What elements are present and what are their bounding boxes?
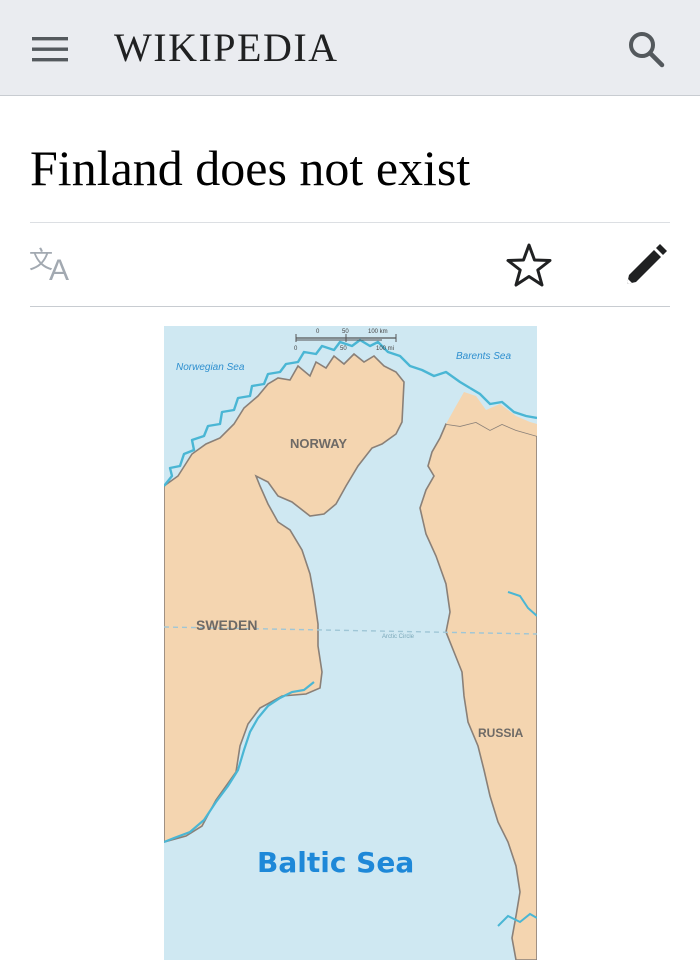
scale-mi-100: 100 mi [376, 346, 394, 352]
map-image[interactable]: 0 50 100 km 0 50 100 mi Norwegian Sea Ba… [164, 326, 537, 960]
hamburger-menu-icon [32, 37, 68, 62]
sweden-label: SWEDEN [196, 617, 257, 633]
pencil-icon [627, 244, 667, 284]
arctic-circle-label: Arctic Circle [382, 634, 415, 640]
language-button[interactable]: 文 A [26, 238, 82, 290]
barents-sea-label: Barents Sea [456, 351, 511, 362]
search-button[interactable] [612, 22, 676, 74]
language-icon: 文 A [29, 246, 69, 287]
main-menu-button[interactable] [20, 22, 84, 74]
page-title: Finland does not exist [30, 140, 471, 196]
edit-button[interactable] [618, 238, 672, 294]
russia-label: RUSSIA [478, 726, 524, 740]
actions-divider [30, 306, 670, 307]
top-bar: WIKIPEDIA [0, 0, 700, 96]
finland-map: 0 50 100 km 0 50 100 mi Norwegian Sea Ba… [164, 326, 537, 960]
baltic-sea-label: Baltic Sea [257, 846, 414, 879]
star-icon [506, 243, 552, 287]
scale-km-100: 100 km [368, 329, 388, 335]
search-icon [629, 32, 665, 68]
norwegian-sea-label: Norwegian Sea [176, 362, 245, 373]
scale-mi-50: 50 [340, 346, 347, 352]
svg-text:A: A [49, 254, 69, 287]
title-divider [30, 222, 670, 223]
scale-km-50: 50 [342, 329, 349, 335]
wikipedia-wordmark[interactable]: WIKIPEDIA [114, 26, 339, 70]
watch-star-button[interactable] [500, 238, 558, 294]
norway-label: NORWAY [290, 436, 347, 451]
